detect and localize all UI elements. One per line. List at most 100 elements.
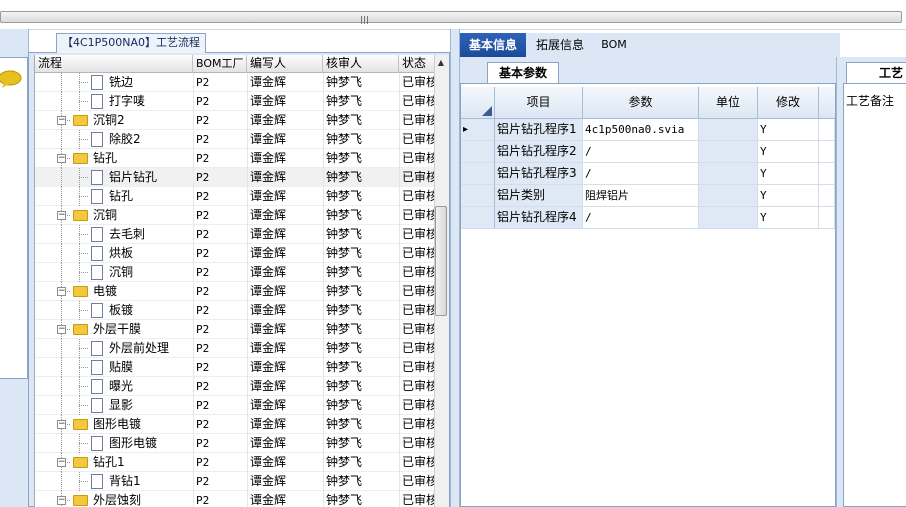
- panel-splitter[interactable]: [450, 29, 460, 507]
- param-item-cell: 铝片钻孔程序1: [495, 119, 583, 141]
- bom-factory: P2: [196, 323, 210, 336]
- writer-name: 谭金辉: [250, 113, 287, 127]
- document-icon: [91, 360, 103, 375]
- param-value-cell[interactable]: /: [583, 141, 699, 163]
- tab-extended-info[interactable]: 拓展信息: [530, 33, 590, 57]
- column-header-reviewer[interactable]: 核审人: [323, 55, 399, 73]
- collapse-toggle-icon[interactable]: −: [57, 420, 66, 429]
- tree-row[interactable]: 铝片钻孔 P2 谭金辉 钟梦飞 已审核: [35, 168, 435, 187]
- tree-scrollbar-thumb[interactable]: [435, 206, 447, 316]
- row-header-corner[interactable]: [461, 87, 495, 119]
- writer-name: 谭金辉: [250, 208, 287, 222]
- status-text: 已审核: [402, 303, 435, 317]
- tree-row[interactable]: 板镀 P2 谭金辉 钟梦飞 已审核: [35, 301, 435, 320]
- process-name: 外层蚀刻: [93, 493, 142, 507]
- column-header-status[interactable]: 状态: [399, 55, 435, 73]
- tree-row[interactable]: 打字唛 P2 谭金辉 钟梦飞 已审核: [35, 92, 435, 111]
- param-row[interactable]: 铝片钻孔程序4/ Y: [461, 207, 835, 229]
- param-row[interactable]: ▸ 铝片钻孔程序1 4c1p500na0.svia Y: [461, 119, 835, 141]
- folder-icon: [73, 419, 88, 430]
- writer-name: 谭金辉: [250, 379, 287, 393]
- tree-row[interactable]: − 钻孔 P2 谭金辉 钟梦飞 已审核: [35, 149, 435, 168]
- param-row[interactable]: 铝片钻孔程序3/ Y: [461, 163, 835, 185]
- collapse-toggle-icon[interactable]: −: [57, 116, 66, 125]
- tree-row[interactable]: 沉铜 P2 谭金辉 钟梦飞 已审核: [35, 263, 435, 282]
- param-value-cell[interactable]: /: [583, 163, 699, 185]
- folder-icon: [73, 115, 88, 126]
- column-divider: [323, 73, 324, 507]
- folder-icon: [73, 286, 88, 297]
- basic-params-tab[interactable]: 基本参数: [487, 62, 559, 83]
- document-icon: [91, 170, 103, 185]
- tree-row[interactable]: 显影 P2 谭金辉 钟梦飞 已审核: [35, 396, 435, 415]
- tab-bom[interactable]: BOM: [594, 33, 634, 57]
- tree-row[interactable]: 烘板 P2 谭金辉 钟梦飞 已审核: [35, 244, 435, 263]
- writer-name: 谭金辉: [250, 189, 287, 203]
- collapse-toggle-icon[interactable]: −: [57, 496, 66, 505]
- process-name: 沉铜: [93, 208, 118, 222]
- column-header-param[interactable]: 参数: [583, 87, 699, 119]
- document-icon: [91, 132, 103, 147]
- writer-name: 谭金辉: [250, 474, 287, 488]
- folder-icon: [73, 457, 88, 468]
- tree-row[interactable]: − 电镀 P2 谭金辉 钟梦飞 已审核: [35, 282, 435, 301]
- row-indicator: [461, 185, 495, 207]
- bom-factory: P2: [196, 152, 210, 165]
- tree-row[interactable]: 曝光 P2 谭金辉 钟梦飞 已审核: [35, 377, 435, 396]
- tree-row[interactable]: 贴膜 P2 谭金辉 钟梦飞 已审核: [35, 358, 435, 377]
- scroll-up-arrow-icon[interactable]: ▲: [436, 58, 446, 68]
- tree-row[interactable]: − 外层干膜 P2 谭金辉 钟梦飞 已审核: [35, 320, 435, 339]
- column-header-process[interactable]: 流程: [35, 55, 193, 73]
- tree-row[interactable]: 钻孔 P2 谭金辉 钟梦飞 已审核: [35, 187, 435, 206]
- column-header-bom-factory[interactable]: BOM工厂: [193, 55, 247, 73]
- scrollbar-grip-icon[interactable]: [361, 13, 371, 24]
- process-name: 铝片钻孔: [109, 170, 158, 184]
- folder-icon: [73, 495, 88, 506]
- column-divider: [193, 73, 194, 507]
- writer-name: 谭金辉: [250, 170, 287, 184]
- param-modify-cell: Y: [758, 185, 819, 207]
- param-value-cell[interactable]: /: [583, 207, 699, 229]
- tree-row[interactable]: − 外层蚀刻 P2 谭金辉 钟梦飞 已审核: [35, 491, 435, 507]
- process-notes-tab[interactable]: 工艺: [846, 62, 906, 83]
- param-modify-cell: Y: [758, 163, 819, 185]
- process-panel-tab[interactable]: 【4C1P500NA0】工艺流程: [56, 33, 206, 53]
- param-value-cell[interactable]: 阻焊铝片: [583, 185, 699, 207]
- tree-row[interactable]: 图形电镀 P2 谭金辉 钟梦飞 已审核: [35, 434, 435, 453]
- tree-row[interactable]: − 图形电镀 P2 谭金辉 钟梦飞 已审核: [35, 415, 435, 434]
- tree-row[interactable]: 外层前处理 P2 谭金辉 钟梦飞 已审核: [35, 339, 435, 358]
- collapse-toggle-icon[interactable]: −: [57, 325, 66, 334]
- param-row[interactable]: 铝片钻孔程序2/ Y: [461, 141, 835, 163]
- chat-bubble-icon[interactable]: [0, 70, 22, 88]
- writer-name: 谭金辉: [250, 227, 287, 241]
- collapse-toggle-icon[interactable]: −: [57, 458, 66, 467]
- collapse-toggle-icon[interactable]: −: [57, 287, 66, 296]
- collapse-toggle-icon[interactable]: −: [57, 154, 66, 163]
- column-header-writer[interactable]: 编写人: [247, 55, 323, 73]
- tree-row[interactable]: 去毛刺 P2 谭金辉 钟梦飞 已审核: [35, 225, 435, 244]
- column-header-modify[interactable]: 修改: [758, 87, 819, 119]
- tree-row[interactable]: 铣边 P2 谭金辉 钟梦飞 已审核: [35, 73, 435, 92]
- param-value-cell[interactable]: 4c1p500na0.svia: [583, 119, 699, 141]
- writer-name: 谭金辉: [250, 94, 287, 108]
- horizontal-scrollbar[interactable]: [0, 11, 902, 23]
- param-filler-cell: [819, 185, 835, 207]
- param-filler-cell: [819, 163, 835, 185]
- tree-row[interactable]: − 沉铜2 P2 谭金辉 钟梦飞 已审核: [35, 111, 435, 130]
- document-icon: [91, 265, 103, 280]
- column-header-unit[interactable]: 单位: [699, 87, 758, 119]
- tree-row[interactable]: − 钻孔1 P2 谭金辉 钟梦飞 已审核: [35, 453, 435, 472]
- process-name: 沉铜2: [93, 113, 125, 127]
- tree-row[interactable]: 除胶2 P2 谭金辉 钟梦飞 已审核: [35, 130, 435, 149]
- column-header-item[interactable]: 项目: [495, 87, 583, 119]
- tab-basic-info[interactable]: 基本信息: [460, 33, 526, 57]
- param-filler-cell: [819, 141, 835, 163]
- status-text: 已审核: [402, 474, 435, 488]
- tree-row[interactable]: − 沉铜 P2 谭金辉 钟梦飞 已审核: [35, 206, 435, 225]
- writer-name: 谭金辉: [250, 360, 287, 374]
- process-name: 铣边: [109, 75, 134, 89]
- param-row[interactable]: 铝片类别 阻焊铝片 Y: [461, 185, 835, 207]
- writer-name: 谭金辉: [250, 436, 287, 450]
- tree-row[interactable]: 背钻1 P2 谭金辉 钟梦飞 已审核: [35, 472, 435, 491]
- collapse-toggle-icon[interactable]: −: [57, 211, 66, 220]
